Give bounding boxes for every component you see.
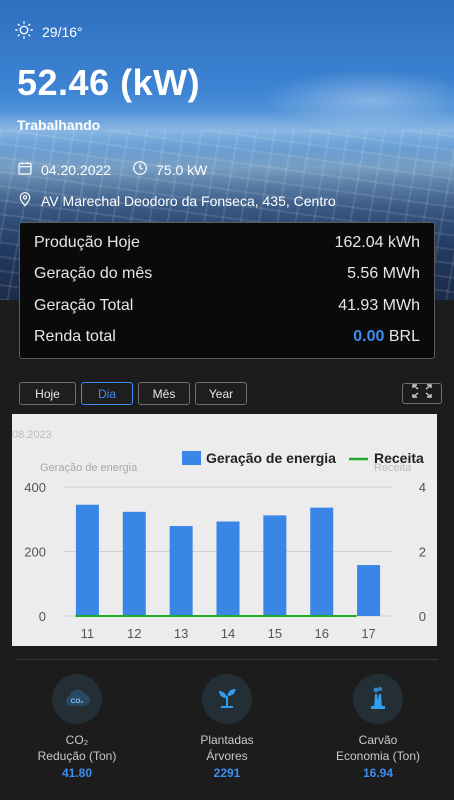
x-tick-label: 13 — [174, 626, 188, 641]
y-tick-label: 200 — [24, 545, 46, 560]
svg-text:CO₂: CO₂ — [71, 698, 84, 705]
legend-label-energy: Geração de energia — [206, 450, 336, 466]
stat-value: 2291 — [213, 766, 241, 780]
y2-tick-label: 2 — [419, 545, 426, 560]
status-text: Trabalhando — [17, 117, 101, 133]
stat-co2: CO₂ CO₂ Redução (Ton) 41.80 — [12, 674, 142, 780]
tab-hoje[interactable]: Hoje — [19, 382, 76, 405]
summary-row-income: Renda total 0.00 BRL — [34, 328, 420, 346]
bar — [357, 565, 381, 616]
bar — [122, 511, 146, 616]
temperature: 29/16° — [42, 23, 83, 40]
stat-value: 41.80 — [61, 766, 93, 780]
plant-sprout-icon — [202, 674, 252, 724]
x-tick-label: 12 — [127, 626, 141, 641]
co2-cloud-icon: CO₂ — [52, 674, 102, 724]
bar — [263, 515, 287, 616]
stat-trees: Plantadas Árvores 2291 — [162, 674, 292, 780]
x-tick-label: 17 — [361, 626, 375, 641]
x-tick-label: 16 — [314, 626, 328, 641]
gauge-icon — [132, 160, 156, 179]
plant-detail-page: 29/16° 52.46 (kW) Trabalhando 04.20.2022… — [0, 0, 454, 800]
fullscreen-button[interactable] — [402, 383, 442, 404]
y2-tick-label: 4 — [419, 480, 426, 495]
x-tick-label: 11 — [81, 626, 95, 641]
stat-value: 16.94 — [362, 766, 394, 780]
period-label: 08.2023 — [12, 429, 52, 441]
current-power: 52.46 (kW) — [17, 62, 201, 103]
energy-chart-svg: 0 200 400 0 2 4 08.2023 Geração de energia Recei… — [12, 429, 426, 641]
sun-icon — [14, 20, 34, 43]
stat-label: Plantadas Árvores — [200, 733, 254, 763]
calendar-icon — [17, 160, 41, 179]
stat-label: Carvão Economia (Ton) — [335, 733, 421, 763]
y-tick-label: 0 — [39, 609, 46, 624]
tab-mes[interactable]: Mês — [138, 382, 190, 405]
income-value: 0.00 — [353, 328, 385, 346]
bar — [169, 526, 193, 616]
y-tick-label: 400 — [24, 480, 46, 495]
y-axis-title: Geração de energia — [40, 462, 138, 474]
bar — [75, 504, 99, 616]
bar — [216, 521, 240, 616]
summary-row: Geração Total 41.93 MWh — [34, 296, 420, 314]
stat-coal: Carvão Economia (Ton) 16.94 — [313, 674, 443, 780]
location-pin-icon — [17, 191, 41, 210]
x-tick-label: 15 — [268, 626, 282, 641]
tab-year[interactable]: Year — [195, 382, 247, 405]
tab-dia[interactable]: Dia — [81, 382, 133, 405]
energy-chart: 0 200 400 0 2 4 08.2023 Geração de energia Recei… — [12, 414, 437, 646]
period-tabs: Hoje Dia Mês Year — [19, 382, 247, 405]
weather-widget: 29/16° — [14, 20, 83, 43]
production-summary: Produção Hoje 162.04 kWh Geração do mês … — [19, 222, 435, 359]
summary-row: Geração do mês 5.56 MWh — [34, 265, 420, 283]
legend-label-revenue: Receita — [374, 450, 424, 466]
expand-icon — [411, 383, 433, 404]
x-tick-label: 14 — [221, 626, 235, 641]
bar — [310, 507, 334, 616]
address: AV Marechal Deodoro da Fonseca, 435, Cen… — [17, 191, 336, 210]
installed-capacity: 75.0 kW — [132, 160, 207, 179]
factory-icon — [353, 674, 403, 724]
install-date: 04.20.2022 — [17, 160, 111, 179]
legend-swatch-energy — [182, 451, 201, 465]
summary-row: Produção Hoje 162.04 kWh — [34, 233, 420, 251]
income-currency: BRL — [388, 328, 420, 346]
divider — [16, 659, 438, 660]
y2-tick-label: 0 — [419, 609, 426, 624]
stat-label: CO₂ Redução (Ton) — [37, 733, 117, 763]
